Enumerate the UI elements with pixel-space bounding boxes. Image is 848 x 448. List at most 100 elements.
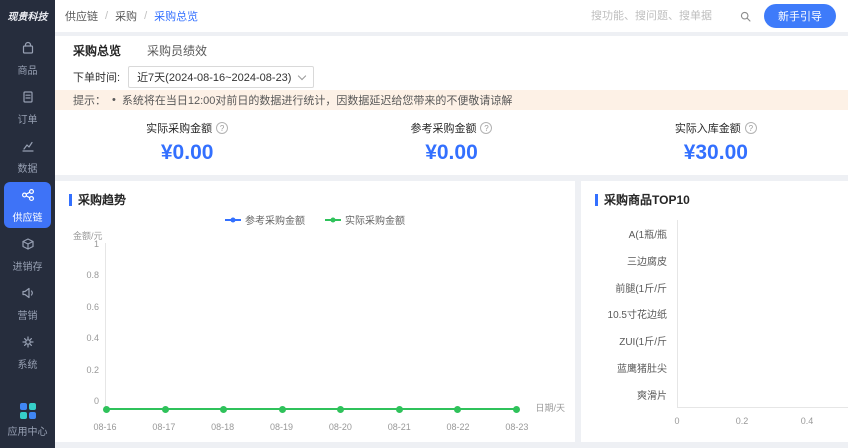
data-point <box>279 406 286 413</box>
data-point <box>337 406 344 413</box>
metric-inbound-amount: 实际入库金额 ? ¥30.00 <box>584 120 848 165</box>
breadcrumb-item-current: 采购总览 <box>154 8 198 24</box>
logo: 现贵科技 <box>6 0 50 35</box>
info-icon[interactable]: ? <box>745 122 757 134</box>
bar-x-tick: 0 <box>674 416 679 426</box>
breadcrumb-separator: / <box>105 10 108 22</box>
data-point <box>220 406 227 413</box>
apps-icon <box>20 403 36 419</box>
x-tick: 08-19 <box>262 422 302 432</box>
system-icon <box>20 334 36 353</box>
bar-category: A(1瓶/瓶 <box>629 226 667 241</box>
metric-value: ¥0.00 <box>55 141 319 165</box>
y-tick: 0.2 <box>86 365 99 375</box>
chevron-down-icon <box>298 72 306 80</box>
breadcrumb-item-purchase[interactable]: 采购 <box>115 8 137 24</box>
sidebar-item-products[interactable]: 商品 <box>4 35 51 81</box>
sidebar-item-label: 订单 <box>18 111 38 126</box>
search-input[interactable] <box>591 10 733 22</box>
bar-category: 10.5寸花边纸 <box>608 306 667 321</box>
sidebar-item-label: 系统 <box>18 356 38 371</box>
data-point <box>454 406 461 413</box>
data-point <box>513 406 520 413</box>
x-tick: 08-17 <box>144 422 184 432</box>
data-point <box>162 406 169 413</box>
guide-button[interactable]: 新手引导 <box>764 4 836 28</box>
sidebar-item-marketing[interactable]: 营销 <box>4 280 51 326</box>
legend-item-reference[interactable]: 参考采购金额 <box>225 212 305 227</box>
y-tick: 0.4 <box>86 333 99 343</box>
legend-item-actual[interactable]: 实际采购金额 <box>325 212 405 227</box>
inventory-icon <box>20 236 36 255</box>
tabs: 采购总览 采购员绩效 <box>55 36 848 64</box>
date-range-select[interactable]: 近7天(2024-08-16~2024-08-23) <box>128 66 314 88</box>
overview-card: 采购总览 采购员绩效 下单时间: 近7天(2024-08-16~2024-08-… <box>55 36 848 175</box>
sidebar-item-label: 营销 <box>18 307 38 322</box>
metric-value: ¥30.00 <box>584 141 848 165</box>
sidebar-item-label: 数据 <box>18 160 38 175</box>
x-axis-ticks: 08-16 08-17 08-18 08-19 08-20 08-21 08-2… <box>85 422 537 432</box>
topbar: 供应链 / 采购 / 采购总览 新手引导 <box>55 0 848 32</box>
breadcrumb: 供应链 / 采购 / 采购总览 <box>65 8 198 24</box>
x-tick: 08-16 <box>85 422 125 432</box>
plot-area <box>105 243 517 410</box>
title-accent-bar <box>69 194 72 206</box>
x-tick: 08-21 <box>379 422 419 432</box>
bar-category: 三边腐皮 <box>627 253 667 268</box>
y-tick: 0.8 <box>86 270 99 280</box>
filter-label: 下单时间: <box>73 69 120 85</box>
bar-y-axis <box>677 220 678 408</box>
legend-marker-green <box>325 219 341 221</box>
panel-title: 采购商品TOP10 <box>581 181 848 208</box>
supply-chain-icon <box>20 187 36 206</box>
sidebar-item-inventory[interactable]: 进销存 <box>4 231 51 277</box>
sidebar-item-supply-chain[interactable]: 供应链 <box>4 182 51 228</box>
notice-label: 提示： <box>73 92 106 108</box>
legend-marker-blue <box>225 219 241 221</box>
info-icon[interactable]: ? <box>480 122 492 134</box>
series-points <box>103 406 520 413</box>
bar-category-labels: A(1瓶/瓶 三边腐皮 前腿(1斤/斤 10.5寸花边纸 ZUI(1斤/斤 蓝鹰… <box>581 220 677 408</box>
legend-label: 参考采购金额 <box>245 212 305 227</box>
metric-value: ¥0.00 <box>319 141 583 165</box>
x-tick: 08-18 <box>203 422 243 432</box>
metric-label-text: 实际采购金额 <box>146 120 212 136</box>
metric-label-text: 实际入库金额 <box>675 120 741 136</box>
x-tick: 08-23 <box>497 422 537 432</box>
notice-bullet: • <box>112 94 116 106</box>
marketing-icon <box>20 285 36 304</box>
title-accent-bar <box>595 194 598 206</box>
breadcrumb-separator: / <box>144 10 147 22</box>
tab-purchase-overview[interactable]: 采购总览 <box>73 42 121 59</box>
trend-chart-title: 采购趋势 <box>78 191 126 208</box>
search-box <box>591 10 752 23</box>
line-chart: 金额/元 1 0.8 0.6 0.4 0.2 0 <box>65 229 565 436</box>
bar-x-axis <box>677 407 848 408</box>
x-tick: 08-22 <box>438 422 478 432</box>
metric-reference-purchase: 参考采购金额 ? ¥0.00 <box>319 120 583 165</box>
y-axis-ticks: 1 0.8 0.6 0.4 0.2 0 <box>65 243 99 410</box>
metric-label: 实际入库金额 ? <box>675 120 757 136</box>
x-tick: 08-20 <box>320 422 360 432</box>
bar-chart: A(1瓶/瓶 三边腐皮 前腿(1斤/斤 10.5寸花边纸 ZUI(1斤/斤 蓝鹰… <box>581 216 848 438</box>
content: 采购总览 采购员绩效 下单时间: 近7天(2024-08-16~2024-08-… <box>55 32 848 448</box>
breadcrumb-item-supply-chain[interactable]: 供应链 <box>65 8 98 24</box>
charts-row: 采购趋势 参考采购金额 实际采购金额 金额/元 <box>55 181 848 442</box>
sidebar-item-system[interactable]: 系统 <box>4 329 51 375</box>
main-area: 供应链 / 采购 / 采购总览 新手引导 采购总览 采购员绩效 <box>55 0 848 448</box>
app-window: 现贵科技 商品 订单 数据 供应链 进销存 <box>0 0 848 448</box>
data-point <box>103 406 110 413</box>
metric-label: 参考采购金额 ? <box>410 120 492 136</box>
bar-x-tick: 0.4 <box>801 416 814 426</box>
sidebar-item-data[interactable]: 数据 <box>4 133 51 179</box>
sidebar-item-app-center[interactable]: 应用中心 <box>8 403 48 438</box>
info-icon[interactable]: ? <box>216 122 228 134</box>
top-products-panel: 采购商品TOP10 A(1瓶/瓶 三边腐皮 前腿(1斤/斤 10.5寸花边纸 Z… <box>581 181 848 442</box>
metric-label: 实际采购金额 ? <box>146 120 228 136</box>
sidebar-nav: 商品 订单 数据 供应链 进销存 营销 <box>0 35 55 375</box>
tab-buyer-performance[interactable]: 采购员绩效 <box>147 42 207 59</box>
y-tick: 0.6 <box>86 302 99 312</box>
date-range-value: 近7天(2024-08-16~2024-08-23) <box>137 69 291 85</box>
sidebar-item-orders[interactable]: 订单 <box>4 84 51 130</box>
search-icon[interactable] <box>739 10 752 23</box>
